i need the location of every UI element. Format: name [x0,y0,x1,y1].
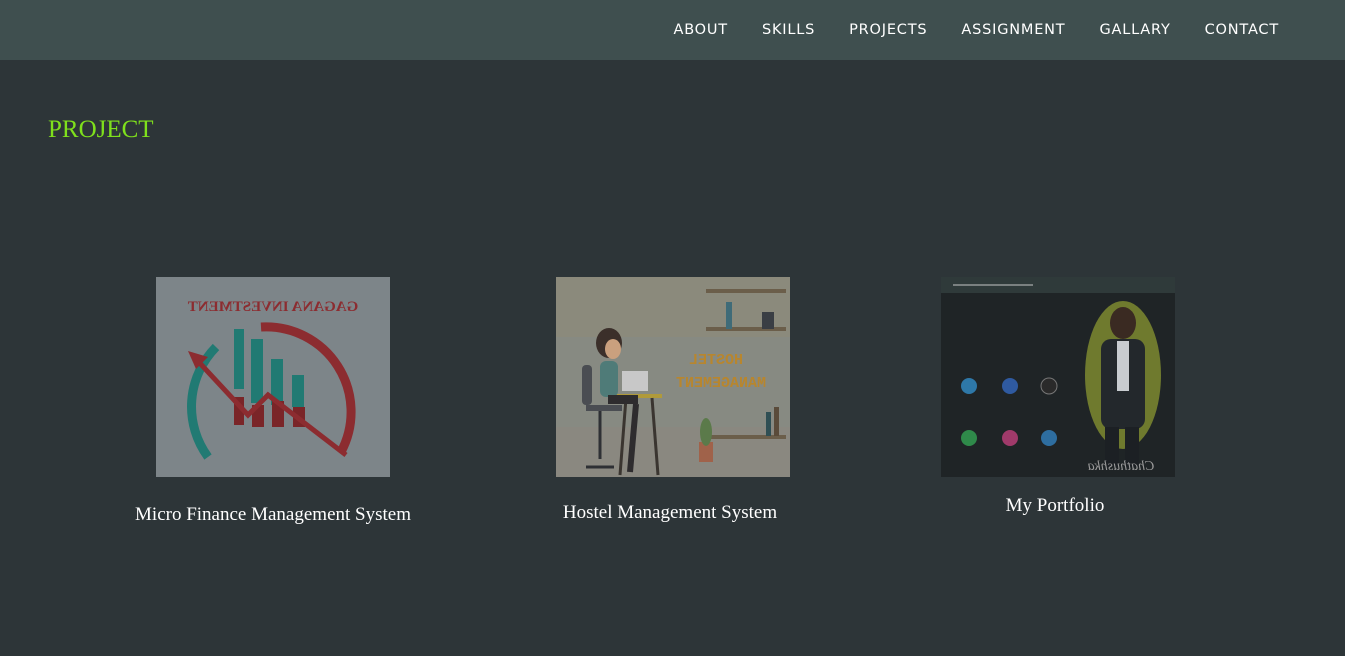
person-at-laptop-image[interactable]: HOSTEL MANAGEMENT [556,277,790,477]
nav-links: ABOUT SKILLS PROJECTS ASSIGNMENT GALLARY… [639,0,1279,60]
project-title-portfolio[interactable]: My Portfolio [1006,495,1105,517]
finance-chart-logo-image[interactable]: GAGANA INVESTMENT [156,277,390,477]
nav-link-about[interactable]: ABOUT [673,22,728,38]
project-card-micro-finance: GAGANA INVESTMENT Micro Finance Manageme… [135,277,411,525]
project-card-portfolio: Chathushka My Portfolio [941,277,1175,516]
portfolio-screenshot-image[interactable]: Chathushka [941,277,1175,477]
project-title-hostel[interactable]: Hostel Management System [563,502,777,524]
image-text-management: MANAGEMENT [676,375,766,392]
project-card-hostel: HOSTEL MANAGEMENT Hostel Management Syst… [556,277,790,523]
nav-link-contact[interactable]: CONTACT [1205,22,1279,38]
nav-link-gallary[interactable]: GALLARY [1099,22,1170,38]
image-signature: Chathushka [1088,459,1155,474]
nav-link-projects[interactable]: PROJECTS [849,22,927,38]
nav-link-assignment[interactable]: ASSIGNMENT [961,22,1065,38]
project-title-micro-finance[interactable]: Micro Finance Management System [135,504,411,526]
navbar: ABOUT SKILLS PROJECTS ASSIGNMENT GALLARY… [0,0,1345,60]
image-text-hostel: HOSTEL [689,352,743,369]
section-title: PROJECT [48,116,154,143]
nav-link-skills[interactable]: SKILLS [762,22,815,38]
image-logo-text: GAGANA INVESTMENT [188,299,358,315]
